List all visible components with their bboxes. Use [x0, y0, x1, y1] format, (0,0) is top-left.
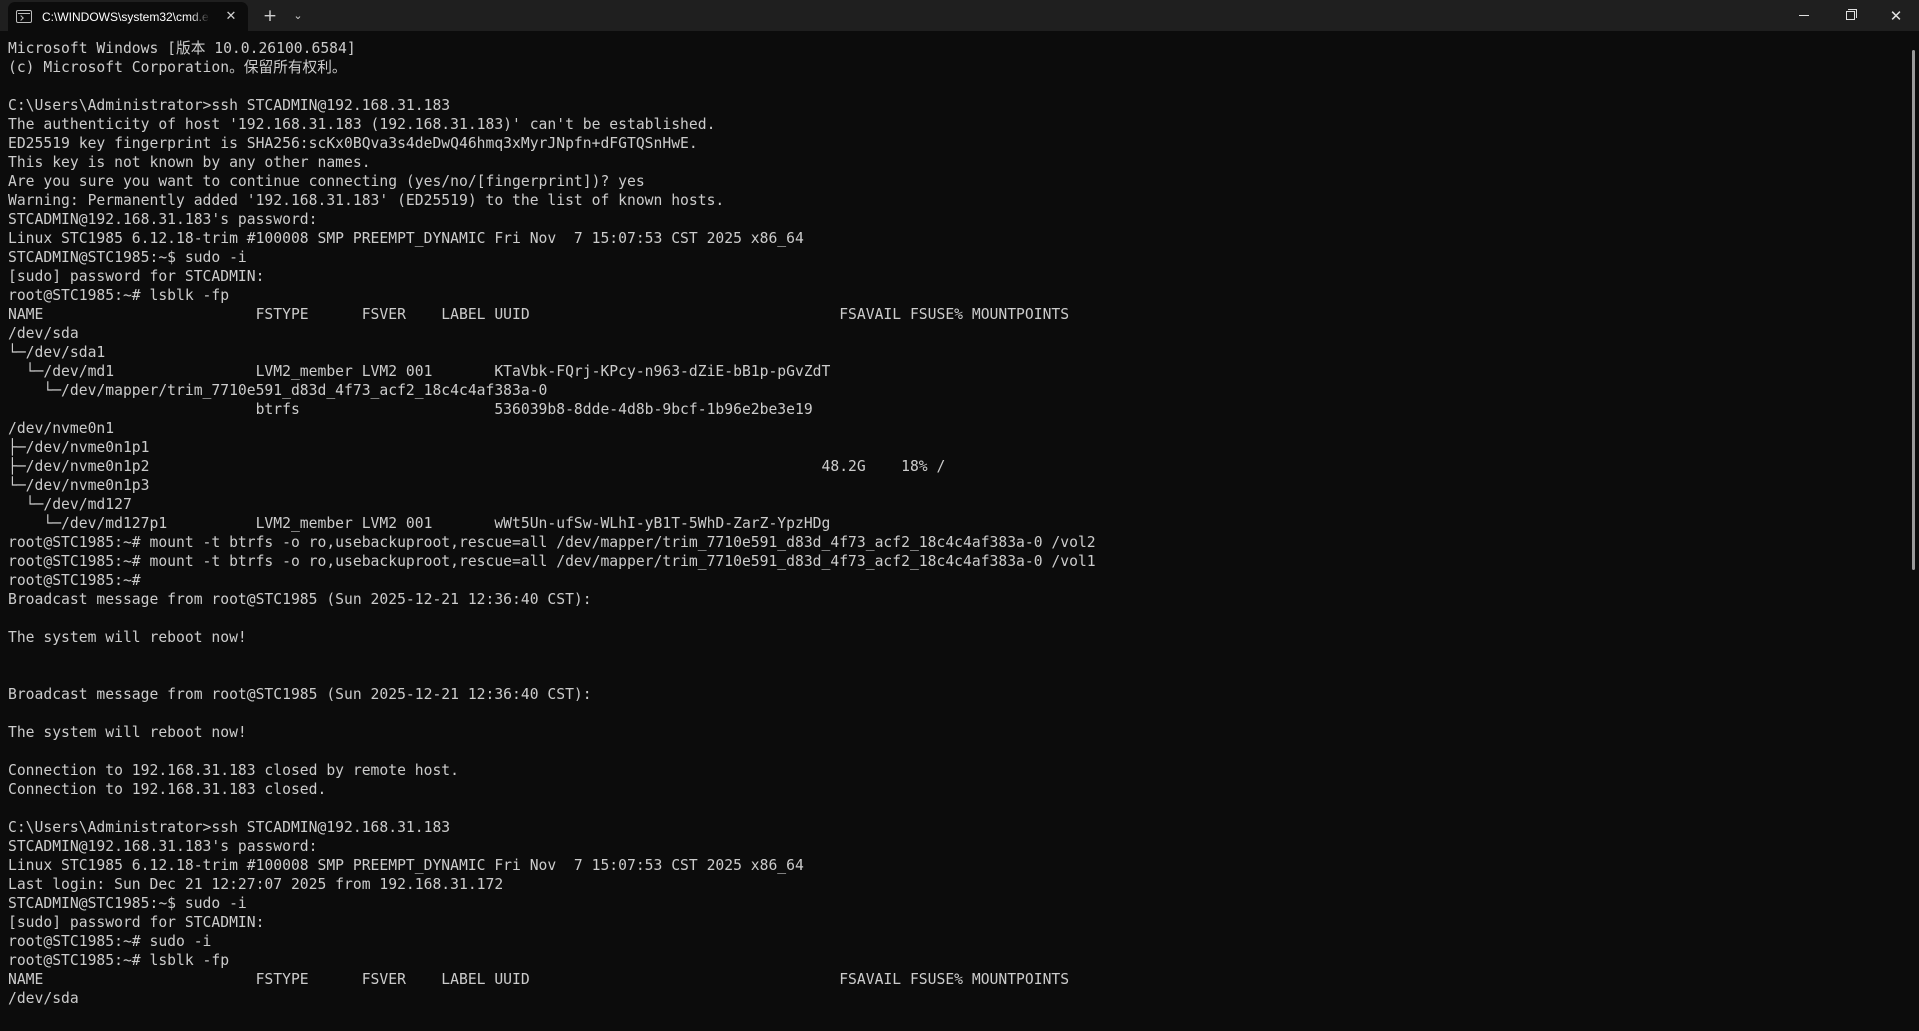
terminal-line: The authenticity of host '192.168.31.183…	[8, 116, 716, 133]
terminal-line: (c) Microsoft Corporation。保留所有权利。	[8, 59, 347, 76]
minimize-button[interactable]	[1781, 0, 1827, 31]
terminal-line: Linux STC1985 6.12.18-trim #100008 SMP P…	[8, 857, 804, 874]
restore-button[interactable]	[1827, 0, 1873, 31]
terminal-line: └─/dev/md127p1 LVM2_member LVM2 001 wWt5…	[8, 515, 831, 532]
terminal-line: root@STC1985:~# mount -t btrfs -o ro,use…	[8, 553, 1096, 570]
terminal-line: root@STC1985:~# mount -t btrfs -o ro,use…	[8, 534, 1096, 551]
terminal-line: Linux STC1985 6.12.18-trim #100008 SMP P…	[8, 230, 804, 247]
console-icon	[16, 10, 32, 23]
terminal-line: root@STC1985:~#	[8, 572, 141, 589]
terminal-line: STCADMIN@STC1985:~$ sudo -i	[8, 249, 247, 266]
terminal-line: └─/dev/md127	[8, 496, 132, 513]
terminal-line: └─/dev/sda1	[8, 344, 106, 361]
terminal-line: [sudo] password for STCADMIN:	[8, 914, 265, 931]
terminal-line: └─/dev/md1 LVM2_member LVM2 001 KTaVbk-F…	[8, 363, 831, 380]
terminal-line: The system will reboot now!	[8, 724, 247, 741]
terminal-line: root@STC1985:~# sudo -i	[8, 933, 212, 950]
scrollbar-thumb[interactable]	[1912, 50, 1915, 570]
terminal-line: Connection to 192.168.31.183 closed by r…	[8, 762, 459, 779]
terminal-line: Warning: Permanently added '192.168.31.1…	[8, 192, 725, 209]
terminal-line: Connection to 192.168.31.183 closed.	[8, 781, 327, 798]
terminal-line: ├─/dev/nvme0n1p1	[8, 439, 150, 456]
terminal-line: Microsoft Windows [版本 10.0.26100.6584]	[8, 40, 356, 57]
terminal-line: └─/dev/nvme0n1p3	[8, 477, 150, 494]
terminal-output[interactable]: Microsoft Windows [版本 10.0.26100.6584] (c…	[8, 39, 1908, 1029]
restore-icon	[1845, 9, 1857, 20]
title-bar[interactable]: C:\WINDOWS\system32\cmd.exe ✕ + ⌄ ✕	[0, 0, 1919, 31]
terminal-window: C:\WINDOWS\system32\cmd.exe ✕ + ⌄ ✕ Micr…	[0, 0, 1919, 1031]
terminal-line: The system will reboot now!	[8, 629, 247, 646]
terminal-line: btrfs 536039b8-8dde-4d8b-9bcf-1b96e2be3e…	[8, 401, 813, 418]
terminal-line: ED25519 key fingerprint is SHA256:scKx0B…	[8, 135, 698, 152]
terminal-line: Are you sure you want to continue connec…	[8, 173, 645, 190]
tab-close-icon[interactable]: ✕	[222, 9, 240, 24]
terminal-line: STCADMIN@STC1985:~$ sudo -i	[8, 895, 247, 912]
terminal-line: Broadcast message from root@STC1985 (Sun…	[8, 591, 592, 608]
terminal-line: /dev/sda	[8, 990, 79, 1007]
tab-title: C:\WINDOWS\system32\cmd.exe	[42, 9, 210, 24]
terminal-line: STCADMIN@192.168.31.183's password:	[8, 211, 318, 228]
terminal-line: └─/dev/mapper/trim_7710e591_d83d_4f73_ac…	[8, 382, 548, 399]
terminal-line: Last login: Sun Dec 21 12:27:07 2025 fro…	[8, 876, 504, 893]
terminal-line: /dev/nvme0n1	[8, 420, 115, 437]
terminal-line: ├─/dev/nvme0n1p2 48.2G 18% /	[8, 458, 946, 475]
terminal-line: root@STC1985:~# lsblk -fp	[8, 952, 230, 969]
terminal-line: NAME FSTYPE FSVER LABEL UUID FSAVAIL FSU…	[8, 306, 1070, 323]
new-tab-button[interactable]: +	[256, 2, 284, 29]
terminal-line: root@STC1985:~# lsblk -fp	[8, 287, 230, 304]
terminal-line: C:\Users\Administrator>ssh STCADMIN@192.…	[8, 97, 451, 114]
close-icon: ✕	[1889, 6, 1903, 25]
minimize-icon	[1799, 15, 1809, 16]
terminal-line: This key is not known by any other names…	[8, 154, 371, 171]
terminal-line: Broadcast message from root@STC1985 (Sun…	[8, 686, 592, 703]
terminal-line: STCADMIN@192.168.31.183's password:	[8, 838, 318, 855]
terminal-line: [sudo] password for STCADMIN:	[8, 268, 265, 285]
close-window-button[interactable]: ✕	[1873, 0, 1919, 31]
tab-cmd[interactable]: C:\WINDOWS\system32\cmd.exe ✕	[8, 2, 248, 31]
terminal-line: C:\Users\Administrator>ssh STCADMIN@192.…	[8, 819, 451, 836]
chevron-down-icon[interactable]: ⌄	[286, 2, 310, 29]
terminal-line: /dev/sda	[8, 325, 79, 342]
terminal-line: NAME FSTYPE FSVER LABEL UUID FSAVAIL FSU…	[8, 971, 1070, 988]
